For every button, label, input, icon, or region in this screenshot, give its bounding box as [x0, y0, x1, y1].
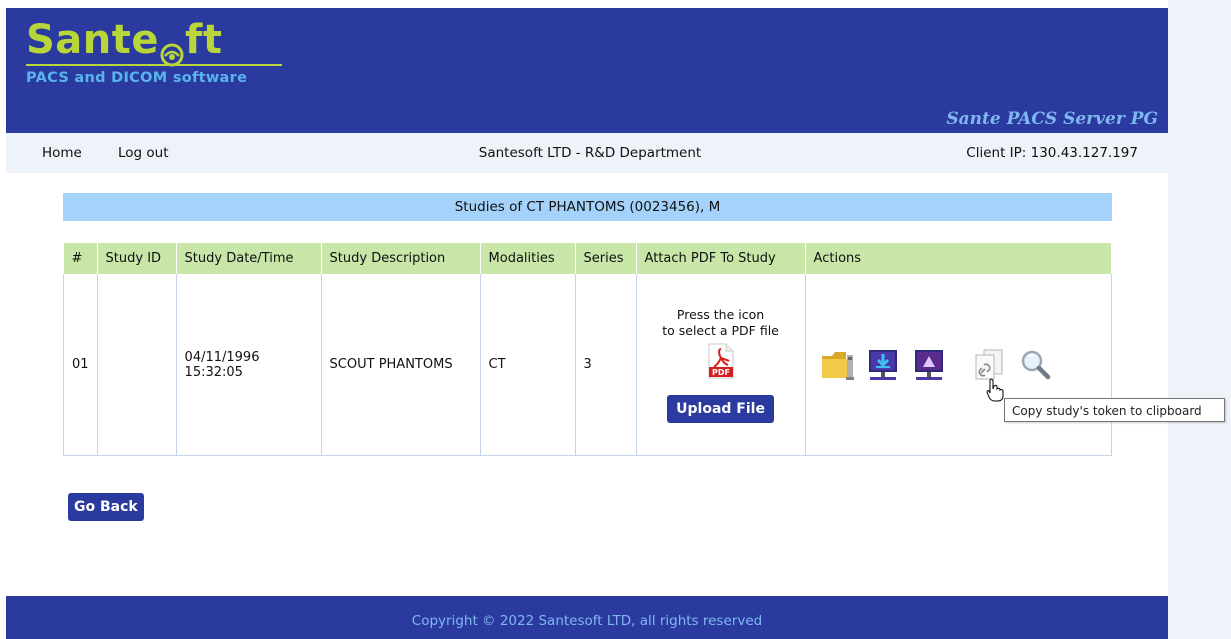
cell-study-id	[96, 274, 177, 456]
nav-home-link[interactable]: Home	[42, 145, 82, 161]
right-side-panel	[1168, 0, 1231, 639]
logo-eye-icon	[160, 30, 184, 67]
col-header-description: Study Description	[321, 243, 481, 274]
santesoft-logo[interactable]: Sante ft PACS and DICOM software	[26, 16, 282, 86]
upload-file-button[interactable]: Upload File	[667, 394, 774, 423]
cell-description: SCOUT PHANTOMS	[320, 274, 481, 456]
go-back-button[interactable]: Go Back	[68, 493, 144, 521]
col-header-series: Series	[575, 243, 637, 274]
download-icon[interactable]	[866, 347, 900, 383]
cell-num: 01	[63, 274, 98, 456]
attach-instruction-2: to select a PDF file	[662, 322, 779, 338]
nav-logout-link[interactable]: Log out	[118, 145, 169, 161]
table-header-row: # Study ID Study Date/Time Study Descrip…	[63, 243, 1113, 274]
studies-table: # Study ID Study Date/Time Study Descrip…	[63, 243, 1113, 456]
search-icon[interactable]	[1018, 347, 1052, 383]
col-header-study-id: Study ID	[97, 243, 177, 274]
header-banner: Sante ft PACS and DICOM software Sante P…	[6, 8, 1168, 133]
col-header-actions: Actions	[805, 243, 1113, 274]
cell-series: 3	[574, 274, 637, 456]
action-icons	[814, 347, 1103, 383]
hand-cursor-icon	[986, 378, 1004, 402]
col-header-attach-pdf: Attach PDF To Study	[636, 243, 806, 274]
footer: Copyright © 2022 Santesoft LTD, all righ…	[6, 596, 1168, 639]
cell-actions	[804, 274, 1113, 456]
cell-date: 04/11/1996 15:32:05	[175, 274, 322, 456]
folder-icon[interactable]	[820, 347, 854, 383]
col-header-num: #	[63, 243, 98, 274]
pdf-file-icon[interactable]: PDF	[705, 343, 737, 383]
page-title: Studies of CT PHANTOMS (0023456), M	[63, 193, 1112, 221]
logo-wordmark: Sante ft	[26, 17, 223, 67]
copy-token-tooltip: Copy study's token to clipboard	[1004, 398, 1225, 422]
col-header-date: Study Date/Time	[176, 243, 322, 274]
col-header-modalities: Modalities	[480, 243, 576, 274]
study-time: 15:32:05	[184, 364, 243, 380]
table-row: 01 04/11/1996 15:32:05 SCOUT PHANTOMS CT…	[63, 274, 1113, 456]
product-name: Sante PACS Server PG	[946, 109, 1158, 129]
logo-underline	[26, 64, 282, 66]
attach-instruction-1: Press the icon	[676, 306, 765, 322]
page: Sante ft PACS and DICOM software Sante P…	[0, 0, 1231, 639]
cell-modalities: CT	[479, 274, 576, 456]
logo-subtitle: PACS and DICOM software	[26, 70, 248, 86]
main-area: Sante ft PACS and DICOM software Sante P…	[0, 0, 1168, 639]
pdf-icon-label: PDF	[712, 368, 730, 377]
viewer-icon[interactable]	[912, 347, 946, 383]
client-ip: Client IP: 130.43.127.197	[966, 145, 1138, 161]
navbar: Santesoft LTD - R&D Department Home Log …	[6, 133, 1168, 173]
study-date: 04/11/1996	[184, 349, 260, 365]
cell-attach-pdf: Press the icon to select a PDF file PDF	[635, 274, 806, 456]
